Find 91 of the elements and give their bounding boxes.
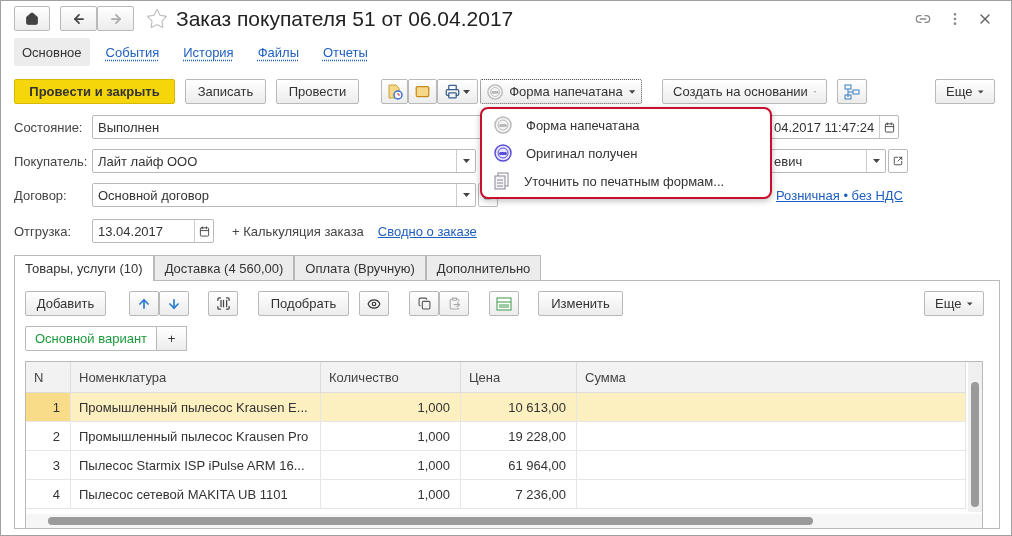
email-button[interactable] <box>408 79 437 104</box>
pick-button[interactable]: Подобрать <box>258 291 349 316</box>
barcode-icon <box>215 296 231 311</box>
table-cell: 1 <box>26 393 71 422</box>
table-cell: Промышленный пылесос Krausen E... <box>71 393 321 422</box>
change-button[interactable]: Изменить <box>538 291 623 316</box>
variant-tab[interactable]: Основной вариант <box>25 326 158 351</box>
table-cell: 3 <box>26 451 71 480</box>
summary-link[interactable]: Сводно о заказе <box>377 223 477 239</box>
table-cell: 1,000 <box>321 480 461 509</box>
more-button[interactable]: Еще <box>924 291 984 316</box>
structure-button[interactable] <box>837 79 867 104</box>
eye-icon <box>367 296 381 311</box>
copy-icon <box>417 297 431 310</box>
calendar-icon <box>883 121 895 133</box>
barcode-button[interactable] <box>208 291 238 316</box>
post-and-close-button[interactable]: Провести и закрыть <box>14 79 175 104</box>
tab[interactable]: Доставка (4 560,00) <box>153 255 295 280</box>
field-label: Отгрузка: <box>14 223 73 239</box>
column-header[interactable]: N <box>26 362 71 393</box>
table-cell: 1,000 <box>321 451 461 480</box>
nav-tab[interactable]: Основное <box>14 38 90 66</box>
print-button[interactable] <box>437 79 478 104</box>
column-header[interactable]: Количество <box>321 362 461 393</box>
tab[interactable]: Оплата (Вручную) <box>294 255 426 280</box>
document-clock-icon <box>386 83 403 100</box>
save-button[interactable]: Записать <box>185 79 266 104</box>
forward-icon <box>108 11 123 26</box>
nav-tab[interactable]: Отчеты <box>315 38 376 66</box>
menu-item[interactable]: Оригинал получен <box>482 139 770 167</box>
table-cell: 61 964,00 <box>461 451 577 480</box>
field-label: Состояние: <box>14 119 84 135</box>
menu-item[interactable]: Форма напечатана <box>482 111 770 139</box>
nav-tab[interactable]: Файлы <box>249 38 307 66</box>
copy-button[interactable] <box>409 291 439 316</box>
back-icon <box>71 11 86 26</box>
table-cell: 1,000 <box>321 393 461 422</box>
date-field[interactable]: 04.2017 11:47:24 <box>771 115 899 139</box>
star-icon[interactable] <box>146 7 168 30</box>
table-cell: 10 613,00 <box>461 393 577 422</box>
price-type-link[interactable]: Розничная • без НДС <box>776 187 903 203</box>
home-icon <box>25 11 39 26</box>
back-button[interactable] <box>60 6 97 31</box>
column-header[interactable]: Номенклатура <box>71 362 321 393</box>
document-icon <box>494 172 510 190</box>
menu-item[interactable]: Уточнить по печатным формам... <box>482 167 770 195</box>
nav-tab[interactable]: События <box>97 38 168 66</box>
nav-tab[interactable]: История <box>175 38 242 66</box>
customer-select[interactable]: Лайт лайф ООО <box>92 149 476 173</box>
print-status-dropdown[interactable]: Форма напечатана <box>480 79 642 104</box>
column-header[interactable]: Цена <box>461 362 577 393</box>
tab[interactable]: Дополнительно <box>425 255 542 280</box>
calendar-icon <box>198 225 210 237</box>
home-button[interactable] <box>14 6 50 31</box>
add-button[interactable]: Добавить <box>25 291 106 316</box>
contract-select[interactable]: Основной договор <box>92 183 476 207</box>
add-variant-button[interactable]: + <box>157 326 188 351</box>
structure-icon <box>844 83 860 100</box>
field-label: Покупатель: <box>14 153 89 169</box>
more-button[interactable]: Еще <box>935 79 995 104</box>
table-cell: 2 <box>26 422 71 451</box>
table-cell: Промышленный пылесос Krausen Pro <box>71 422 321 451</box>
calculation-text: + Калькуляция заказа <box>232 223 364 239</box>
view-button[interactable] <box>359 291 389 316</box>
table-cell: 1,000 <box>321 422 461 451</box>
status-circle-icon <box>494 144 512 162</box>
list-icon <box>496 296 512 311</box>
table-cell: Пылесос Starmix ISP iPulse ARM 16... <box>71 451 321 480</box>
status-circle-icon <box>494 116 512 134</box>
create-based-on-button[interactable]: Создать на основании <box>662 79 827 104</box>
move-up-button[interactable] <box>129 291 159 316</box>
printer-icon <box>445 84 460 99</box>
fill-button[interactable] <box>489 291 519 316</box>
state-field[interactable]: Выполнен <box>92 115 482 139</box>
paste-icon <box>447 297 461 310</box>
table-cell: Пылесос сетевой MAKITA UB 1101 <box>71 480 321 509</box>
post-button[interactable]: Провести <box>276 79 359 104</box>
table-cell: 4 <box>26 480 71 509</box>
table-cell: 7 236,00 <box>461 480 577 509</box>
window-title: Заказ покупателя 51 от 06.04.2017 <box>176 6 514 31</box>
table-cell: 19 228,00 <box>461 422 577 451</box>
report-button[interactable] <box>381 79 408 104</box>
column-header[interactable]: Сумма <box>577 362 966 393</box>
open-icon <box>893 156 903 166</box>
move-down-button[interactable] <box>159 291 189 316</box>
field-label: Договор: <box>14 187 68 203</box>
tab[interactable]: Товары, услуги (10) <box>14 255 154 281</box>
date-field[interactable]: 13.04.2017 <box>92 219 214 243</box>
status-circle-icon <box>487 82 504 101</box>
person-select[interactable]: евич <box>771 149 886 173</box>
open-button[interactable] <box>888 149 908 173</box>
